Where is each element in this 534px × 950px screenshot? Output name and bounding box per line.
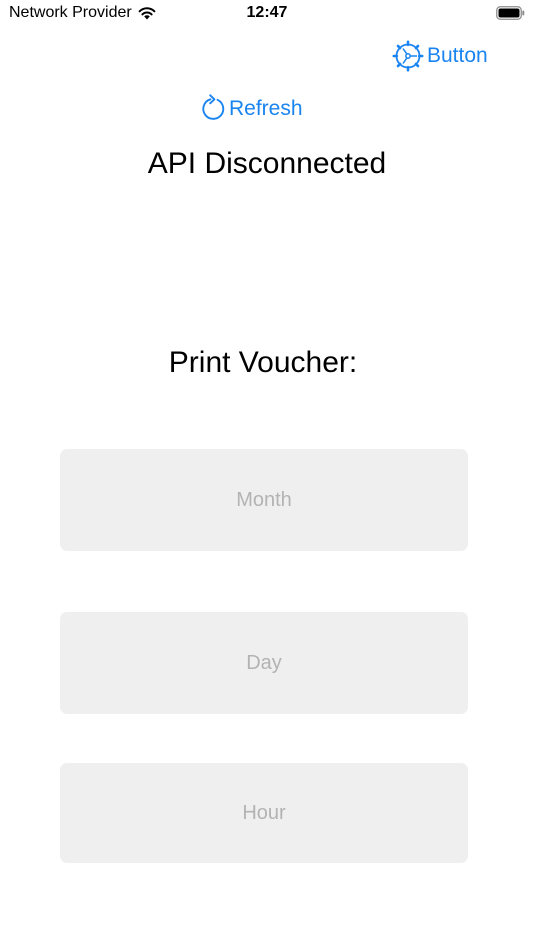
status-bar: Network Provider 12:47: [0, 0, 534, 28]
refresh-button[interactable]: Refresh: [200, 94, 303, 124]
refresh-icon: [202, 94, 225, 120]
month-voucher-button[interactable]: Month: [60, 449, 468, 551]
api-status-label: API Disconnected: [147, 147, 387, 180]
clock: 12:47: [246, 4, 288, 21]
battery-icon: [496, 6, 525, 20]
settings-button-label: Button: [427, 44, 488, 67]
settings-button[interactable]: Button: [392, 40, 488, 72]
print-voucher-heading: Print Voucher:: [168, 346, 358, 379]
gear-icon: [392, 40, 424, 72]
hour-voucher-label: Hour: [242, 801, 286, 824]
hour-voucher-button[interactable]: Hour: [60, 763, 468, 863]
day-voucher-label: Day: [246, 651, 282, 674]
refresh-button-label: Refresh: [229, 97, 303, 120]
month-voucher-label: Month: [236, 488, 292, 511]
day-voucher-button[interactable]: Day: [60, 612, 468, 714]
